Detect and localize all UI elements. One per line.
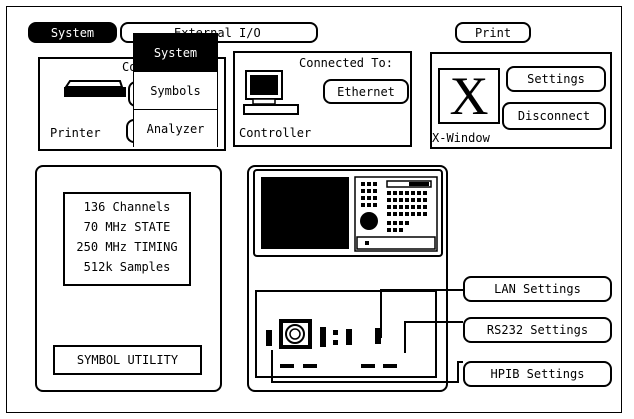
screen: System External I/O Print Conn Printer S… xyxy=(0,0,634,419)
hpib-settings-button[interactable]: HPIB Settings xyxy=(463,361,612,387)
lan-settings-button[interactable]: LAN Settings xyxy=(463,276,612,302)
rs232-settings-button[interactable]: RS232 Settings xyxy=(463,317,612,343)
connector-lines xyxy=(271,289,463,383)
